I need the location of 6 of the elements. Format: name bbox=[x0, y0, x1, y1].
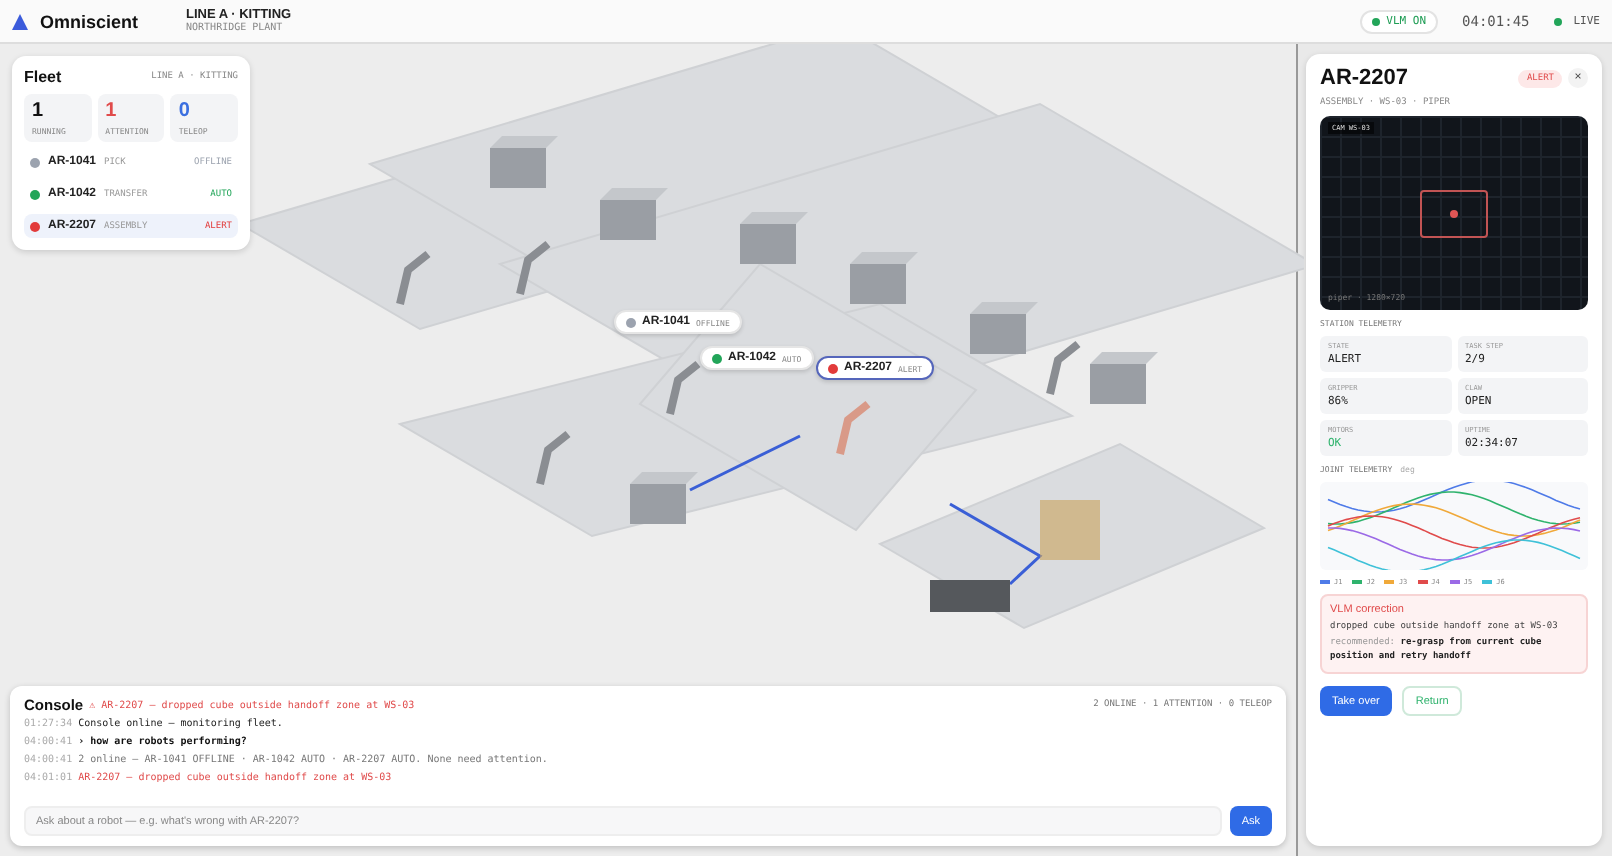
detection-box-icon bbox=[1420, 189, 1488, 237]
robot-title: AR-2207 bbox=[1320, 66, 1411, 90]
live-dot-icon bbox=[1553, 17, 1562, 25]
triangle-logo-icon bbox=[12, 13, 28, 29]
fleet-title: Fleet bbox=[24, 68, 62, 86]
brand-name: Omniscient bbox=[40, 11, 139, 31]
